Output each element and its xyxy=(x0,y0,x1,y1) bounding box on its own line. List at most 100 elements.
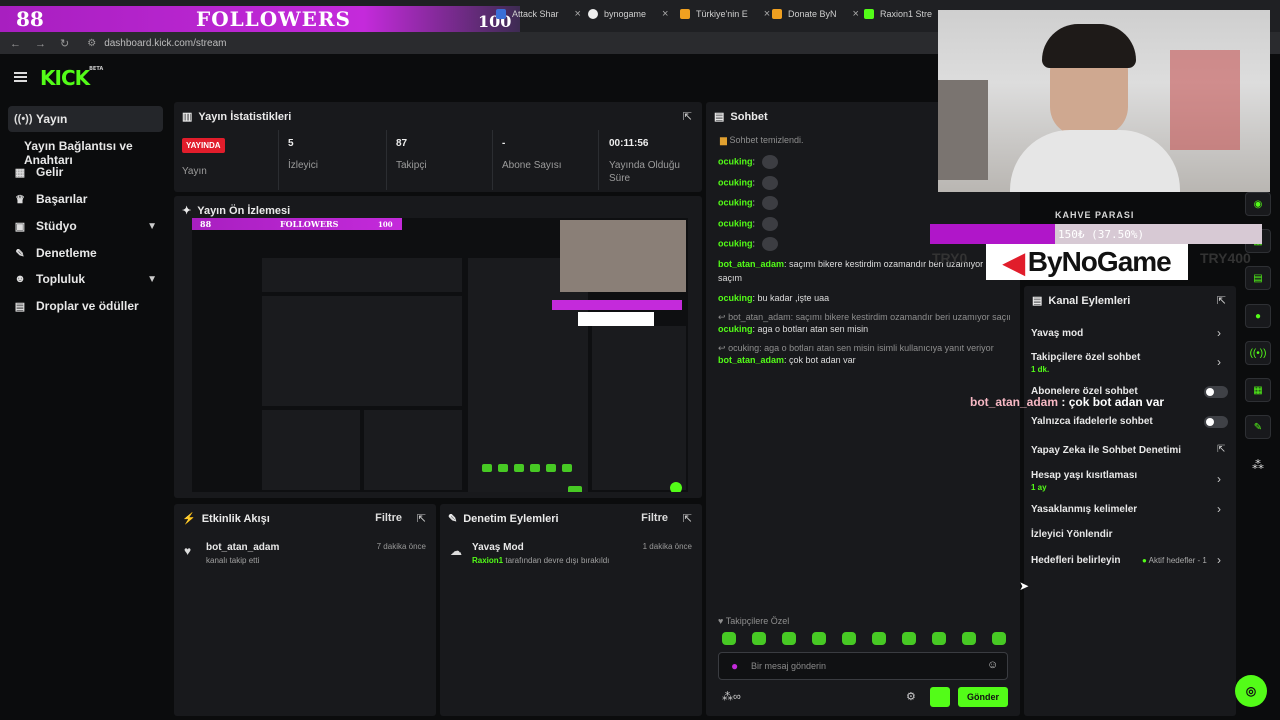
browser-tab-5[interactable]: Raxion1 Stre xyxy=(864,4,932,24)
panel-title: Yayın Ön İzlemesi xyxy=(197,204,291,217)
site-info-icon[interactable]: ⚙ xyxy=(87,38,96,49)
sidebar-item-moderation[interactable]: ✎ Denetleme xyxy=(8,240,163,266)
channel-icon: ▤ xyxy=(1032,295,1043,307)
tab-favicon-icon xyxy=(588,9,598,19)
chat-message-input[interactable] xyxy=(751,659,971,673)
chat-reply-context: ↩ bot_atan_adam: saçımı bikere kestirdim… xyxy=(718,312,1010,322)
reply-icon: ↩ xyxy=(718,312,726,322)
chat-message: ocuking: aga o botları atan sen misin xyxy=(718,324,869,334)
chat-message: ocuking: xyxy=(718,217,778,231)
points-icon[interactable]: ⁂∞ xyxy=(722,690,741,703)
chevron-right-icon[interactable]: › xyxy=(1217,326,1221,340)
support-icon: ◎ xyxy=(1245,684,1257,698)
emote-icon[interactable] xyxy=(782,632,796,645)
tab-favicon-icon xyxy=(864,9,874,19)
moderation-icon: ✎ xyxy=(448,513,458,525)
emote-icon[interactable] xyxy=(932,632,946,645)
filter-button[interactable]: Filtre xyxy=(641,512,668,524)
chat-message: ocuking: bu kadar ,işte uaa xyxy=(718,293,830,303)
followers-count: 88 xyxy=(16,7,44,31)
stream-preview-video[interactable]: 88 FOLLOWERS 100 xyxy=(192,218,688,492)
stat-stream: YAYINDA Yayın xyxy=(182,138,225,178)
account-age-item[interactable]: Hesap yaşı kısıtlaması 1 ay xyxy=(1031,470,1137,492)
tab-close-icon[interactable]: × xyxy=(662,8,668,20)
rail-button-screenshot-icon[interactable]: ◉ xyxy=(1245,192,1271,216)
emote-icon[interactable] xyxy=(722,632,736,645)
rail-button-wrench-icon[interactable]: ✎ xyxy=(1245,415,1271,439)
rail-button-broadcast-icon[interactable]: ((•)) xyxy=(1245,341,1271,365)
browser-tab-3[interactable]: Türkiye'nin E × xyxy=(680,4,770,24)
emotes-chat-toggle[interactable] xyxy=(1204,416,1228,428)
slow-mode-item[interactable]: Yavaş mod xyxy=(1031,328,1083,339)
emote-icon[interactable] xyxy=(842,632,856,645)
chevron-right-icon[interactable]: › xyxy=(1217,355,1221,369)
chevron-right-icon[interactable]: › xyxy=(1217,553,1221,567)
help-chat-button[interactable]: ◎ xyxy=(1235,675,1267,707)
sidebar-item-studio[interactable]: ▣ Stüdyo ▼ xyxy=(8,213,163,239)
emote-icon[interactable] xyxy=(752,632,766,645)
chat-message: ocuking: xyxy=(718,237,778,251)
browser-tab-4[interactable]: Donate ByN × xyxy=(772,4,859,24)
chevron-right-icon[interactable]: › xyxy=(1217,502,1221,516)
sidebar-item-community[interactable]: ☻ Topluluk ▼ xyxy=(8,266,163,292)
send-button[interactable]: Gönder xyxy=(958,687,1008,707)
preview-followers-banner: 88 FOLLOWERS xyxy=(192,218,402,230)
emote-icon[interactable] xyxy=(992,632,1006,645)
kick-logo[interactable]: KICKBETA xyxy=(40,66,103,90)
emote-icon[interactable] xyxy=(872,632,886,645)
community-icon: ☻ xyxy=(14,273,26,285)
microphone-icon[interactable]: ● xyxy=(731,659,738,673)
tab-close-icon[interactable]: × xyxy=(575,8,581,20)
wrench-icon: ✎ xyxy=(15,247,25,260)
tab-close-icon[interactable]: × xyxy=(764,8,770,20)
donation-goal-title: KAHVE PARASI xyxy=(1055,210,1135,220)
stream-preview-panel: ✦ Yayın Ön İzlemesi 88 FOLLOWERS 100 xyxy=(174,196,702,498)
sidebar-item-achievements[interactable]: ♛ Başarılar xyxy=(8,186,163,212)
stat-followers: 87 Takipçi xyxy=(396,138,427,171)
chat-message: ocuking: xyxy=(718,176,778,190)
banned-words-item[interactable]: Yasaklanmış kelimeler xyxy=(1031,504,1137,515)
heart-icon: ♥ xyxy=(718,616,724,626)
sidebar-item-drops[interactable]: ▤ Droplar ve ödüller xyxy=(8,293,163,319)
set-goals-item[interactable]: Hedefleri belirleyin xyxy=(1031,555,1120,566)
chevron-right-icon[interactable]: › xyxy=(1217,472,1221,486)
emote-icon[interactable] xyxy=(962,632,976,645)
browser-tab-1[interactable]: Attack Shar × xyxy=(496,4,581,24)
ai-moderation-item[interactable]: Yapay Zeka ile Sohbet Denetimi xyxy=(1031,445,1181,456)
external-link-icon[interactable]: ⇱ xyxy=(1217,444,1225,455)
chat-message: ocuking: xyxy=(718,196,778,210)
popout-icon[interactable]: ⇱ xyxy=(417,512,426,525)
sidebar: ((•)) Yayın Yayın Bağlantısı ve Anahtarı … xyxy=(0,100,170,720)
emote-icon[interactable] xyxy=(812,632,826,645)
subs-chat-toggle[interactable] xyxy=(1204,386,1228,398)
bynogame-logo-icon: ◀ xyxy=(1003,246,1025,278)
chat-alert-overlay: bot_atan_adam : çok bot adan var xyxy=(970,395,1165,409)
filter-button[interactable]: Filtre xyxy=(375,512,402,524)
broadcast-icon: ((•)) xyxy=(14,113,33,125)
bot-icon[interactable] xyxy=(930,687,950,707)
rail-button-layout-icon[interactable]: ▦ xyxy=(1245,378,1271,402)
panel-title: Denetim Eylemleri xyxy=(463,512,559,525)
followers-chat-item[interactable]: Takipçilere özel sohbet 1 dk. xyxy=(1031,352,1140,374)
popout-icon[interactable]: ⇱ xyxy=(1217,294,1226,307)
redirect-viewers-item[interactable]: İzleyici Yönlendir xyxy=(1031,529,1113,540)
tab-favicon-icon xyxy=(496,9,506,19)
more-options-icon[interactable]: ⁂ xyxy=(1252,458,1264,472)
emoji-icon[interactable]: ☺ xyxy=(987,659,998,671)
menu-icon[interactable] xyxy=(14,72,27,82)
emote-icon[interactable] xyxy=(902,632,916,645)
popout-icon[interactable]: ⇱ xyxy=(683,512,692,525)
url-field[interactable]: dashboard.kick.com/stream xyxy=(104,38,226,49)
donation-max-label: TRY400 xyxy=(1200,250,1251,266)
moderation-item: ☁ Yavaş Mod Raxion1 tarafından devre dışı… xyxy=(450,542,610,565)
popout-icon[interactable]: ⇱ xyxy=(683,110,692,123)
tab-favicon-icon xyxy=(772,9,782,19)
nav-buttons[interactable]: ←→↻ xyxy=(10,37,83,50)
browser-tab-2[interactable]: bynogame × xyxy=(588,4,668,24)
gear-icon[interactable]: ⚙ xyxy=(906,690,916,703)
sidebar-item-revenue[interactable]: ▦ Gelir xyxy=(8,159,163,185)
rail-button-chat-icon[interactable]: ● xyxy=(1245,304,1271,328)
rail-button-notes-icon[interactable]: ▤ xyxy=(1245,266,1271,290)
sidebar-item-stream[interactable]: ((•)) Yayın xyxy=(8,106,163,132)
tab-close-icon[interactable]: × xyxy=(853,8,859,20)
